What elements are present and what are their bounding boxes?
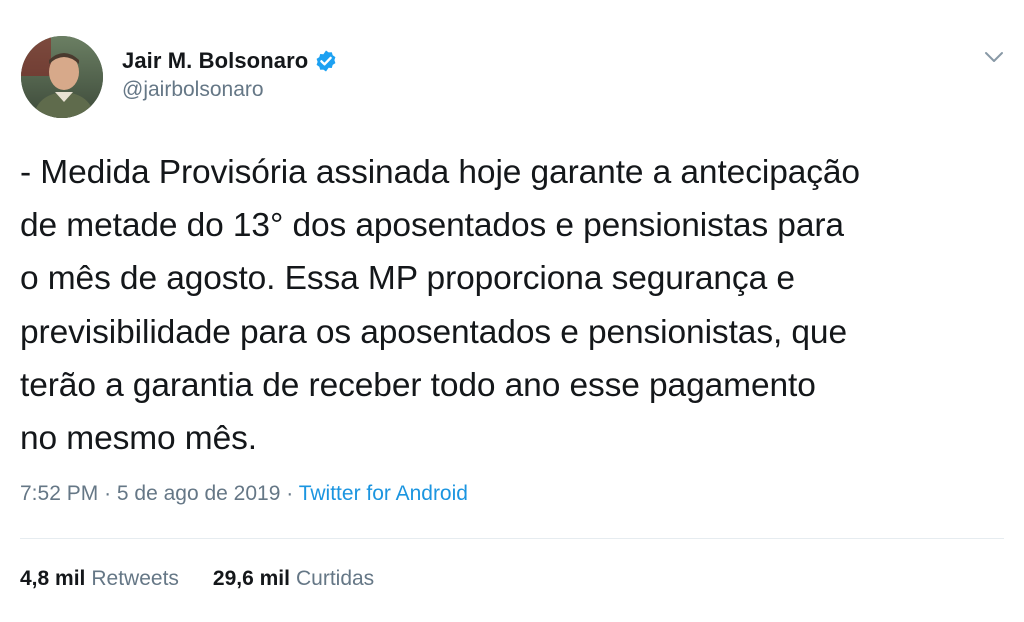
tweet-time[interactable]: 7:52 PM [20, 482, 98, 505]
divider [20, 538, 1004, 539]
retweets-stat[interactable]: 4,8 mil Retweets [20, 567, 179, 591]
avatar[interactable] [21, 36, 103, 118]
likes-count: 29,6 mil [212, 567, 290, 590]
author-handle[interactable]: @jairbolsonaro [122, 78, 338, 102]
retweets-count: 4,8 mil [20, 567, 86, 590]
meta-separator: · [286, 482, 294, 505]
meta-separator: · [104, 482, 112, 505]
tweet-text: - Medida Provisória assinada hoje garant… [20, 154, 860, 458]
tweet-date[interactable]: 5 de ago de 2019 [117, 482, 281, 505]
chevron-down-icon[interactable] [983, 48, 1005, 66]
tweet-source-link[interactable]: Twitter for Android [299, 482, 468, 505]
retweets-label: Retweets [91, 567, 179, 590]
tweet-stats: 4,8 mil Retweets 29,6 mil Curtidas [20, 567, 408, 591]
tweet-card: Jair M. Bolsonaro @jairbolsonaro - Medid… [0, 0, 1024, 622]
tweet-metadata: 7:52 PM · 5 de ago de 2019 · Twitter for… [20, 482, 468, 506]
verified-badge-icon [314, 49, 338, 73]
author-block: Jair M. Bolsonaro @jairbolsonaro [122, 46, 338, 102]
likes-label: Curtidas [295, 567, 375, 590]
author-display-name[interactable]: Jair M. Bolsonaro [122, 48, 308, 74]
likes-stat[interactable]: 29,6 mil Curtidas [213, 567, 374, 591]
